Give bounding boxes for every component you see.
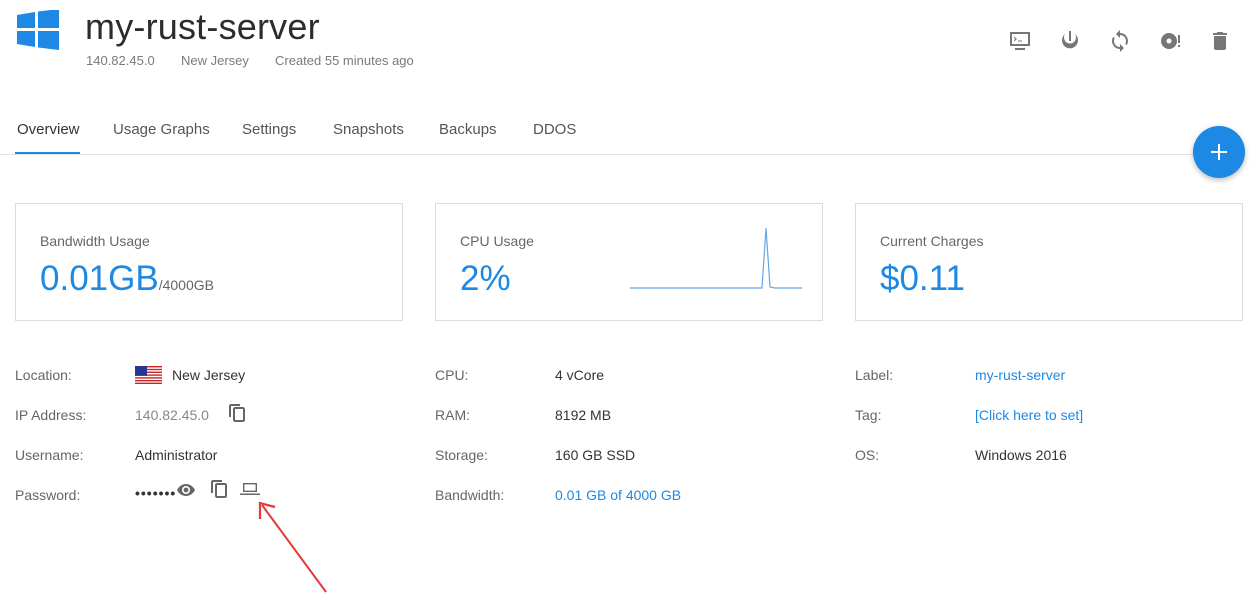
charges-card-value: $0.11	[880, 259, 965, 298]
location-value: New Jersey	[172, 367, 246, 383]
label-link[interactable]: my-rust-server	[975, 367, 1065, 383]
cpu-card-label: CPU Usage	[460, 233, 534, 249]
active-tab-indicator	[15, 152, 80, 154]
ram-value: 8192 MB	[555, 407, 612, 423]
location-label: Location:	[15, 367, 72, 383]
windows-logo-icon	[17, 10, 59, 50]
ip-value: 140.82.45.0	[135, 407, 209, 423]
tag-link[interactable]: [Click here to set]	[975, 407, 1083, 423]
charges-card-label: Current Charges	[880, 233, 984, 249]
bandwidth-link[interactable]: 0.01 GB of 4000 GB	[555, 487, 681, 503]
bandwidth-label: Bandwidth:	[435, 487, 505, 503]
cpu-card: CPU Usage 2%	[435, 203, 823, 321]
bandwidth-value: 0.01GB	[40, 259, 159, 298]
add-button[interactable]	[1193, 126, 1245, 178]
storage-value: 160 GB SSD	[555, 447, 636, 463]
password-label: Password:	[15, 487, 81, 503]
bandwidth-card-value: 0.01GB/4000GB	[40, 259, 214, 299]
plus-icon	[1211, 144, 1227, 160]
ip-label: IP Address:	[15, 407, 87, 423]
header-ip: 140.82.45.0	[86, 53, 155, 68]
console-icon[interactable]	[1007, 28, 1033, 54]
restart-icon[interactable]	[1107, 28, 1133, 54]
password-value: •••••••	[135, 485, 177, 501]
tab-settings[interactable]: Settings	[242, 121, 296, 138]
bandwidth-unit: /4000GB	[158, 277, 214, 293]
username-label: Username:	[15, 447, 84, 463]
username-value: Administrator	[135, 447, 218, 463]
annotation-arrow	[258, 501, 327, 593]
tab-snapshots[interactable]: Snapshots	[333, 121, 404, 138]
trash-icon[interactable]	[1207, 28, 1233, 54]
cpu-card-value: 2%	[460, 259, 511, 298]
tab-backups[interactable]: Backups	[439, 121, 497, 138]
cpu-label: CPU:	[435, 367, 469, 383]
ram-label: RAM:	[435, 407, 470, 423]
bandwidth-card-label: Bandwidth Usage	[40, 233, 150, 249]
copy-ip-icon[interactable]	[228, 404, 246, 422]
header-location: New Jersey	[181, 53, 249, 68]
reinstall-icon[interactable]	[1157, 28, 1183, 54]
tab-bar: Overview Usage Graphs Settings Snapshots…	[0, 112, 1246, 155]
charges-card: Current Charges $0.11	[855, 203, 1243, 321]
storage-label: Storage:	[435, 447, 488, 463]
power-icon[interactable]	[1057, 28, 1083, 54]
os-label: OS:	[855, 447, 880, 463]
tab-overview[interactable]: Overview	[17, 121, 80, 138]
bandwidth-card: Bandwidth Usage 0.01GB/4000GB	[15, 203, 403, 321]
server-title: my-rust-server	[85, 6, 320, 47]
label-label: Label:	[855, 367, 894, 383]
copy-password-icon[interactable]	[210, 480, 228, 498]
tab-ddos[interactable]: DDOS	[533, 121, 576, 138]
header-created: Created 55 minutes ago	[275, 53, 414, 68]
cpu-sparkline	[630, 227, 802, 289]
tag-label: Tag:	[855, 407, 882, 423]
tab-usage-graphs[interactable]: Usage Graphs	[113, 121, 210, 138]
cpu-value: 4 vCore	[555, 367, 605, 383]
show-password-eye-icon[interactable]	[177, 481, 195, 499]
os-value: Windows 2016	[975, 447, 1067, 463]
us-flag-icon	[135, 366, 162, 384]
